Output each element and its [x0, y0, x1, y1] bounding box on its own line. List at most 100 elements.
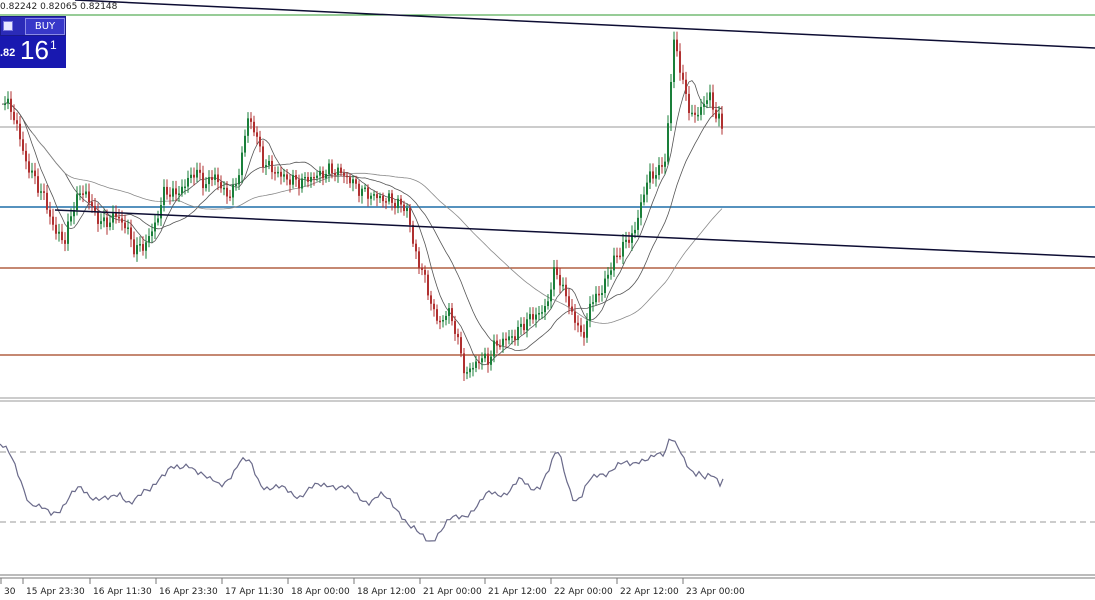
candle: [28, 153, 30, 179]
candle-body: [616, 255, 618, 258]
trend-line-lower[interactable]: [54, 209, 1095, 258]
candle: [706, 92, 708, 109]
candle: [241, 146, 243, 184]
candle: [130, 219, 132, 248]
candle-body: [523, 323, 525, 331]
candle-body: [577, 322, 579, 326]
candle-body: [373, 194, 375, 196]
candle: [202, 165, 204, 196]
candle-body: [115, 213, 117, 217]
collapse-icon[interactable]: [3, 21, 13, 31]
candle-body: [370, 195, 372, 199]
candle-body: [127, 227, 129, 229]
candle-body: [325, 173, 327, 179]
candle: [601, 285, 603, 302]
candle-body: [610, 270, 612, 275]
candle: [61, 223, 63, 244]
one-click-trading-panel[interactable]: BUY .82 16 1: [0, 16, 66, 68]
candle-body: [445, 315, 447, 321]
candle-body: [469, 368, 471, 373]
candle-body: [529, 314, 531, 320]
time-axis: 30 15 Apr 23:30 16 Apr 11:30 16 Apr 23:30 17…: [0, 574, 1095, 597]
candle-body: [307, 176, 309, 182]
candle: [100, 213, 102, 230]
candle-body: [28, 161, 30, 173]
candle-body: [193, 174, 195, 178]
candle: [229, 189, 231, 202]
candle: [328, 159, 330, 182]
candle-body: [412, 224, 414, 244]
candle: [658, 157, 660, 180]
candle-body: [361, 188, 363, 196]
candle: [703, 96, 705, 115]
candle-body: [475, 361, 477, 368]
rsi-pane[interactable]: [0, 402, 1095, 574]
candle-body: [451, 308, 453, 322]
candle-body: [700, 106, 702, 115]
candle-body: [694, 112, 696, 115]
candle: [628, 231, 630, 248]
candle-body: [64, 240, 66, 244]
candle-body: [301, 178, 303, 189]
candle-body: [349, 177, 351, 184]
candle-body: [568, 296, 570, 307]
candle-body: [550, 289, 552, 302]
candle: [67, 213, 69, 251]
candle-body: [247, 118, 249, 136]
candle-body: [319, 170, 321, 176]
candle: [358, 180, 360, 203]
buy-button[interactable]: BUY: [25, 18, 65, 35]
candle-body: [553, 267, 555, 290]
candle-body: [697, 114, 699, 117]
candle-body: [19, 123, 21, 140]
price-chart[interactable]: 30 15 Apr 23:30 16 Apr 11:30 16 Apr 23:30 17…: [0, 0, 1095, 600]
candle: [373, 191, 375, 201]
price-pane[interactable]: [0, 0, 1095, 402]
candle-body: [583, 331, 585, 338]
candle: [685, 71, 687, 101]
trend-lines[interactable]: [54, 0, 1095, 258]
candle: [349, 173, 351, 188]
candle: [361, 185, 363, 204]
candle-body: [277, 171, 279, 174]
candle-body: [397, 198, 399, 209]
candle: [418, 247, 420, 275]
candle-body: [181, 186, 183, 194]
candle-body: [220, 182, 222, 189]
candle-body: [58, 231, 60, 234]
candle-body: [388, 193, 390, 202]
candle: [262, 140, 264, 173]
candle-body: [70, 216, 72, 222]
candle-body: [532, 314, 534, 320]
candle-body: [487, 353, 489, 365]
candle: [442, 315, 444, 328]
candle-body: [208, 177, 210, 185]
candle-body: [442, 320, 444, 322]
candle-body: [79, 193, 81, 195]
candle-body: [271, 160, 273, 173]
candle-body: [187, 177, 189, 187]
candle-body: [265, 165, 267, 168]
candle: [691, 104, 693, 117]
candle: [199, 162, 201, 180]
candle-body: [691, 112, 693, 115]
candle-body: [721, 113, 723, 129]
candle-body: [490, 356, 492, 365]
trend-line-upper[interactable]: [74, 0, 1095, 49]
axis-label: 15 Apr 23:30: [26, 587, 85, 597]
candle-body: [52, 216, 54, 225]
candle-body: [556, 267, 558, 275]
candle-body: [7, 98, 9, 104]
candle: [556, 259, 558, 280]
candle-body: [478, 361, 480, 364]
ask-price-display[interactable]: .82 16 1: [0, 35, 66, 68]
candle: [598, 286, 600, 303]
candle-body: [49, 209, 51, 217]
candle-body: [508, 336, 510, 341]
candle: [670, 74, 672, 131]
candle: [136, 237, 138, 262]
candle: [496, 334, 498, 354]
candle: [676, 31, 678, 57]
candle-body: [538, 313, 540, 315]
candle-body: [91, 202, 93, 206]
